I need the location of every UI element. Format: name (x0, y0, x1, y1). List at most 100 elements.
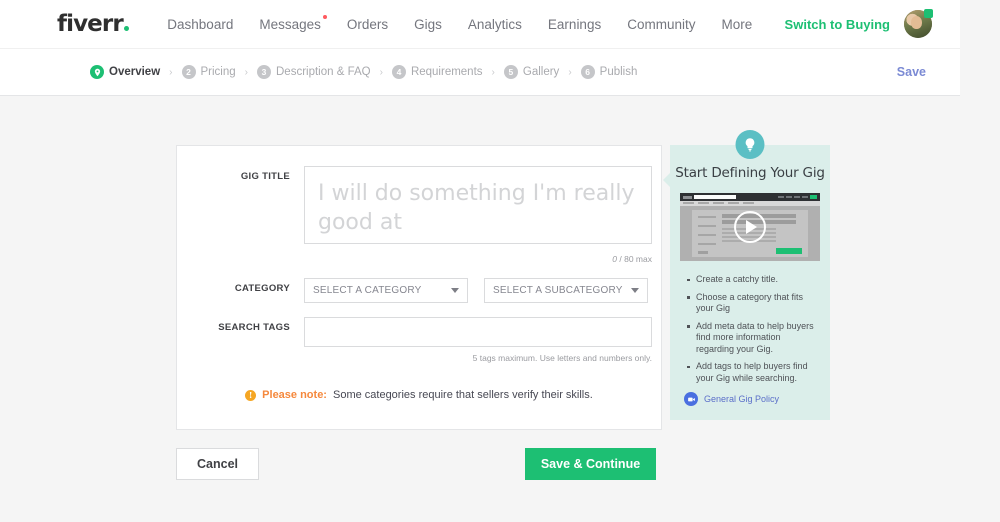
nav-label: More (721, 16, 753, 32)
step-requirements[interactable]: 4 Requirements (391, 65, 483, 79)
switch-to-buying-link[interactable]: Switch to Buying (785, 17, 890, 32)
tip-item: Choose a category that fits your Gig (687, 292, 815, 315)
step-separator: › (568, 66, 572, 78)
category-row: CATEGORY SELECT A CATEGORY SELECT A SUBC… (177, 264, 661, 303)
top-navigation-bar: fiverr Dashboard Messages Orders Gigs An… (0, 0, 960, 49)
tips-sidebar-panel: Start Defining Your Gig Create a catchy … (663, 130, 830, 420)
tip-item: Create a catchy title. (687, 274, 815, 286)
online-status-badge (924, 9, 933, 18)
lightbulb-icon (735, 130, 765, 159)
step-number-badge: 6 (580, 65, 595, 79)
step-number-badge: 4 (391, 65, 406, 79)
nav-label: Messages (259, 16, 321, 32)
search-tags-hint: 5 tags maximum. Use letters and numbers … (472, 353, 652, 363)
nav-item-messages[interactable]: Messages (259, 14, 327, 32)
tip-item: Add tags to help buyers find your Gig wh… (687, 361, 815, 384)
step-label-description-faq: Description & FAQ (276, 66, 371, 78)
gig-steps-bar: Overview › 2 Pricing › 3 Description & F… (0, 49, 960, 96)
chevron-down-icon (631, 288, 639, 293)
gig-overview-form-card: GIG TITLE 0 / 80 max CATEGORY SELECT A C… (176, 145, 662, 430)
note-body: Some categories require that sellers ver… (332, 389, 593, 401)
step-overview[interactable]: Overview (90, 65, 160, 79)
nav-label: Gigs (414, 16, 442, 32)
gig-title-column: 0 / 80 max (304, 166, 652, 264)
notification-dot-icon (322, 14, 327, 19)
counter-current: 0 (612, 254, 618, 264)
nav-item-analytics[interactable]: Analytics (468, 17, 522, 32)
chevron-down-icon (451, 288, 459, 293)
step-label-gallery: Gallery (522, 66, 560, 78)
play-button-icon[interactable] (734, 211, 766, 243)
fiverr-logo[interactable]: fiverr (57, 10, 130, 37)
step-label-publish: Publish (599, 66, 638, 78)
verification-note: ! Please note: Some categories require t… (177, 389, 661, 401)
tutorial-video-thumbnail[interactable] (680, 193, 820, 261)
location-pin-icon (90, 65, 104, 79)
avatar-face (911, 16, 922, 29)
fiverr-logo-text: fiverr (57, 10, 124, 37)
tips-list: Create a catchy title. Choose a category… (687, 274, 815, 384)
step-number-badge: 5 (503, 65, 518, 79)
category-select[interactable]: SELECT A CATEGORY (304, 278, 468, 303)
save-link[interactable]: Save (897, 65, 926, 79)
search-tags-row: SEARCH TAGS 5 tags maximum. Use letters … (177, 303, 661, 363)
thumb-header-bar (680, 193, 820, 201)
general-gig-policy-link[interactable]: General Gig Policy (684, 392, 830, 406)
step-number-badge: 2 (181, 65, 196, 79)
sidebar-heading: Start Defining Your Gig (675, 165, 825, 181)
category-select-value: SELECT A CATEGORY (313, 285, 422, 296)
subcategory-select[interactable]: SELECT A SUBCATEGORY (484, 278, 648, 303)
subcategory-select-value: SELECT A SUBCATEGORY (493, 285, 623, 296)
step-publish[interactable]: 6 Publish (580, 65, 638, 79)
category-selects: SELECT A CATEGORY SELECT A SUBCATEGORY (304, 278, 648, 303)
step-separator: › (491, 66, 495, 78)
step-separator: › (244, 66, 248, 78)
play-triangle (746, 220, 757, 234)
step-label-overview: Overview (109, 66, 161, 78)
step-label-pricing: Pricing (200, 66, 236, 78)
avatar[interactable] (904, 9, 933, 38)
thumb-header-links (778, 196, 808, 198)
steps-list: Overview › 2 Pricing › 3 Description & F… (90, 65, 637, 79)
thumb-primary-button (776, 248, 802, 254)
step-number-badge: 3 (257, 65, 271, 79)
nav-item-orders[interactable]: Orders (347, 17, 388, 32)
fiverr-logo-dot (124, 25, 130, 31)
gig-title-input[interactable] (304, 166, 652, 244)
nav-item-earnings[interactable]: Earnings (548, 17, 601, 32)
primary-nav: Dashboard Messages Orders Gigs Analytics… (167, 14, 752, 32)
step-pricing[interactable]: 2 Pricing (181, 65, 236, 79)
thumb-search-bar (694, 195, 736, 199)
nav-item-dashboard[interactable]: Dashboard (167, 17, 233, 32)
info-icon: ! (245, 389, 257, 401)
policy-label: General Gig Policy (704, 394, 780, 404)
nav-item-more[interactable]: More (721, 17, 752, 32)
search-tags-column: 5 tags maximum. Use letters and numbers … (304, 317, 652, 363)
nav-label: Community (627, 16, 696, 32)
step-gallery[interactable]: 5 Gallery (503, 65, 560, 79)
thumb-logo (683, 195, 692, 199)
step-description-faq[interactable]: 3 Description & FAQ (257, 65, 371, 79)
category-label: CATEGORY (234, 283, 290, 294)
nav-label: Dashboard (167, 16, 234, 32)
search-tags-label: SEARCH TAGS (218, 322, 290, 333)
nav-item-community[interactable]: Community (627, 17, 695, 32)
thumb-form-labels (698, 216, 716, 246)
sidebar-notch (663, 173, 670, 187)
video-camera-icon (684, 392, 698, 406)
nav-item-gigs[interactable]: Gigs (414, 17, 442, 32)
thumb-green-button (810, 195, 817, 199)
counter-suffix: / 80 max (619, 254, 652, 264)
search-tags-input[interactable] (304, 317, 652, 347)
note-emphasis: Please note: (262, 389, 327, 401)
nav-right-group: Switch to Buying (785, 9, 933, 38)
cancel-button[interactable]: Cancel (176, 448, 259, 480)
step-separator: › (379, 66, 383, 78)
step-label-requirements: Requirements (410, 66, 483, 78)
gig-title-label: GIG TITLE (240, 171, 290, 182)
nav-label: Analytics (467, 16, 522, 32)
gig-title-counter: 0 / 80 max (304, 254, 652, 264)
step-separator: › (169, 66, 173, 78)
save-and-continue-button[interactable]: Save & Continue (525, 448, 656, 480)
gig-title-row: GIG TITLE 0 / 80 max (177, 146, 661, 264)
